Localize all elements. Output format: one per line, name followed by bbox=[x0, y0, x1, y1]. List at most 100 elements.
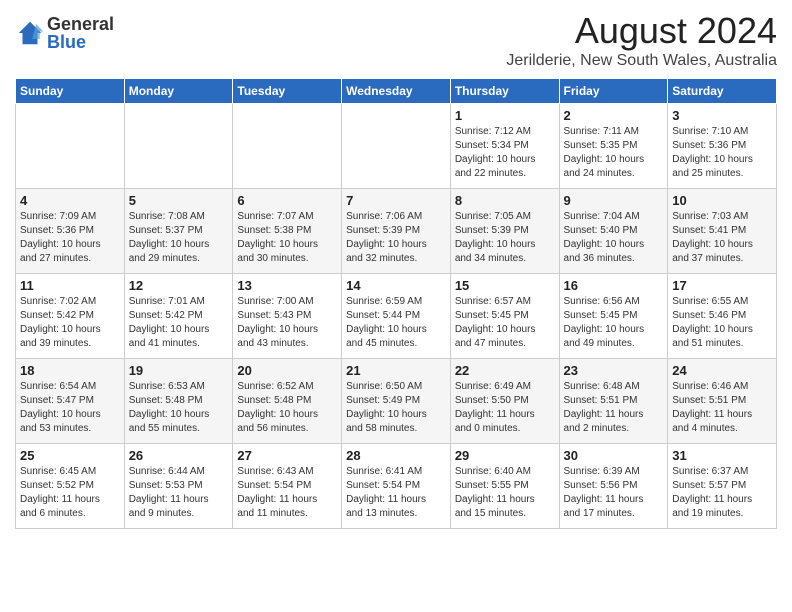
calendar-table: SundayMondayTuesdayWednesdayThursdayFrid… bbox=[15, 78, 777, 529]
calendar-cell: 22 Sunrise: 6:49 AMSunset: 5:50 PMDayligh… bbox=[450, 359, 559, 444]
title-block: August 2024 Jerilderie, New South Wales,… bbox=[506, 10, 777, 70]
day-number: 30 bbox=[564, 448, 664, 463]
calendar-cell: 21Sunrise: 6:50 AMSunset: 5:49 PMDayligh… bbox=[342, 359, 451, 444]
month-year-title: August 2024 bbox=[506, 10, 777, 52]
day-info: Sunrise: 6:45 AMSunset: 5:52 PMDaylight:… bbox=[20, 465, 120, 521]
header-thursday: Thursday bbox=[450, 79, 559, 104]
day-number: 17 bbox=[672, 278, 772, 293]
day-number: 25 bbox=[20, 448, 120, 463]
day-number: 4 bbox=[20, 193, 120, 208]
calendar-cell: 18 Sunrise: 6:54 AMSunset: 5:47 PMDayligh… bbox=[16, 359, 125, 444]
day-number: 22 bbox=[455, 363, 555, 378]
calendar-cell bbox=[124, 104, 233, 189]
calendar-cell: 1Sunrise: 7:12 AMSunset: 5:34 PMDaylight… bbox=[450, 104, 559, 189]
day-number: 19 bbox=[129, 363, 229, 378]
calendar-cell: 8Sunrise: 7:05 AMSunset: 5:39 PMDaylight… bbox=[450, 189, 559, 274]
day-number: 1 bbox=[455, 108, 555, 123]
calendar-cell: 19 Sunrise: 6:53 AMSunset: 5:48 PMDayligh… bbox=[124, 359, 233, 444]
day-number: 12 bbox=[129, 278, 229, 293]
calendar-cell: 16 Sunrise: 6:56 AMSunset: 5:45 PMDayligh… bbox=[559, 274, 668, 359]
calendar-cell: 10 Sunrise: 7:03 AMSunset: 5:41 PMDayligh… bbox=[668, 189, 777, 274]
day-info: Sunrise: 6:40 AMSunset: 5:55 PMDaylight:… bbox=[455, 465, 555, 521]
day-info: Sunrise: 6:43 AMSunset: 5:54 PMDaylight:… bbox=[237, 465, 337, 521]
day-info: Sunrise: 6:39 AMSunset: 5:56 PMDaylight:… bbox=[564, 465, 664, 521]
calendar-cell: 9 Sunrise: 7:04 AMSunset: 5:40 PMDaylight… bbox=[559, 189, 668, 274]
day-info: Sunrise: 6:56 AMSunset: 5:45 PMDaylight:… bbox=[564, 295, 664, 351]
header-sunday: Sunday bbox=[16, 79, 125, 104]
day-number: 8 bbox=[455, 193, 555, 208]
week-row-3: 11 Sunrise: 7:02 AMSunset: 5:42 PMDayligh… bbox=[16, 274, 777, 359]
day-info: Sunrise: 6:44 AMSunset: 5:53 PMDaylight:… bbox=[129, 465, 229, 521]
calendar-cell: 29 Sunrise: 6:40 AMSunset: 5:55 PMDayligh… bbox=[450, 444, 559, 529]
day-info: Sunrise: 6:52 AMSunset: 5:48 PMDaylight:… bbox=[237, 380, 337, 436]
calendar-cell: 23Sunrise: 6:48 AMSunset: 5:51 PMDayligh… bbox=[559, 359, 668, 444]
day-info: Sunrise: 7:11 AMSunset: 5:35 PMDaylight:… bbox=[564, 125, 664, 181]
day-number: 5 bbox=[129, 193, 229, 208]
logo-icon bbox=[15, 18, 45, 48]
day-number: 24 bbox=[672, 363, 772, 378]
day-number: 26 bbox=[129, 448, 229, 463]
header-wednesday: Wednesday bbox=[342, 79, 451, 104]
day-number: 16 bbox=[564, 278, 664, 293]
location-subtitle: Jerilderie, New South Wales, Australia bbox=[506, 52, 777, 70]
header-friday: Friday bbox=[559, 79, 668, 104]
day-number: 10 bbox=[672, 193, 772, 208]
day-info: Sunrise: 7:00 AMSunset: 5:43 PMDaylight:… bbox=[237, 295, 337, 351]
logo-blue-text: Blue bbox=[47, 33, 114, 51]
day-number: 14 bbox=[346, 278, 446, 293]
day-number: 6 bbox=[237, 193, 337, 208]
header-monday: Monday bbox=[124, 79, 233, 104]
logo-general-text: General bbox=[47, 15, 114, 33]
day-info: Sunrise: 6:59 AMSunset: 5:44 PMDaylight:… bbox=[346, 295, 446, 351]
day-info: Sunrise: 6:54 AMSunset: 5:47 PMDaylight:… bbox=[20, 380, 120, 436]
day-info: Sunrise: 7:04 AMSunset: 5:40 PMDaylight:… bbox=[564, 210, 664, 266]
day-number: 15 bbox=[455, 278, 555, 293]
day-number: 11 bbox=[20, 278, 120, 293]
calendar-cell: 5Sunrise: 7:08 AMSunset: 5:37 PMDaylight… bbox=[124, 189, 233, 274]
calendar-cell: 13Sunrise: 7:00 AMSunset: 5:43 PMDayligh… bbox=[233, 274, 342, 359]
calendar-cell: 28 Sunrise: 6:41 AMSunset: 5:54 PMDayligh… bbox=[342, 444, 451, 529]
calendar-cell: 26 Sunrise: 6:44 AMSunset: 5:53 PMDayligh… bbox=[124, 444, 233, 529]
day-info: Sunrise: 6:55 AMSunset: 5:46 PMDaylight:… bbox=[672, 295, 772, 351]
day-info: Sunrise: 6:37 AMSunset: 5:57 PMDaylight:… bbox=[672, 465, 772, 521]
day-number: 31 bbox=[672, 448, 772, 463]
week-row-1: 1Sunrise: 7:12 AMSunset: 5:34 PMDaylight… bbox=[16, 104, 777, 189]
day-number: 9 bbox=[564, 193, 664, 208]
calendar-cell: 27 Sunrise: 6:43 AMSunset: 5:54 PMDayligh… bbox=[233, 444, 342, 529]
day-info: Sunrise: 6:48 AMSunset: 5:51 PMDaylight:… bbox=[564, 380, 664, 436]
calendar-cell: 4Sunrise: 7:09 AMSunset: 5:36 PMDaylight… bbox=[16, 189, 125, 274]
calendar-header-row: SundayMondayTuesdayWednesdayThursdayFrid… bbox=[16, 79, 777, 104]
calendar-cell: 25 Sunrise: 6:45 AMSunset: 5:52 PMDayligh… bbox=[16, 444, 125, 529]
week-row-2: 4Sunrise: 7:09 AMSunset: 5:36 PMDaylight… bbox=[16, 189, 777, 274]
day-number: 3 bbox=[672, 108, 772, 123]
calendar-cell: 30 Sunrise: 6:39 AMSunset: 5:56 PMDayligh… bbox=[559, 444, 668, 529]
day-number: 7 bbox=[346, 193, 446, 208]
day-info: Sunrise: 6:53 AMSunset: 5:48 PMDaylight:… bbox=[129, 380, 229, 436]
day-info: Sunrise: 7:06 AMSunset: 5:39 PMDaylight:… bbox=[346, 210, 446, 266]
day-info: Sunrise: 6:49 AMSunset: 5:50 PMDaylight:… bbox=[455, 380, 555, 436]
day-info: Sunrise: 6:46 AMSunset: 5:51 PMDaylight:… bbox=[672, 380, 772, 436]
day-info: Sunrise: 7:07 AMSunset: 5:38 PMDaylight:… bbox=[237, 210, 337, 266]
day-info: Sunrise: 6:41 AMSunset: 5:54 PMDaylight:… bbox=[346, 465, 446, 521]
calendar-cell: 17 Sunrise: 6:55 AMSunset: 5:46 PMDayligh… bbox=[668, 274, 777, 359]
day-number: 27 bbox=[237, 448, 337, 463]
calendar-body: 1Sunrise: 7:12 AMSunset: 5:34 PMDaylight… bbox=[16, 104, 777, 529]
day-number: 29 bbox=[455, 448, 555, 463]
calendar-cell bbox=[342, 104, 451, 189]
day-number: 20 bbox=[237, 363, 337, 378]
page-header: General Blue August 2024 Jerilderie, New… bbox=[15, 10, 777, 70]
calendar-cell: 2 Sunrise: 7:11 AMSunset: 5:35 PMDaylight… bbox=[559, 104, 668, 189]
calendar-cell bbox=[16, 104, 125, 189]
calendar-cell: 31 Sunrise: 6:37 AMSunset: 5:57 PMDayligh… bbox=[668, 444, 777, 529]
calendar-cell: 12Sunrise: 7:01 AMSunset: 5:42 PMDayligh… bbox=[124, 274, 233, 359]
day-number: 2 bbox=[564, 108, 664, 123]
day-info: Sunrise: 7:10 AMSunset: 5:36 PMDaylight:… bbox=[672, 125, 772, 181]
day-info: Sunrise: 6:50 AMSunset: 5:49 PMDaylight:… bbox=[346, 380, 446, 436]
day-number: 18 bbox=[20, 363, 120, 378]
day-info: Sunrise: 7:03 AMSunset: 5:41 PMDaylight:… bbox=[672, 210, 772, 266]
day-info: Sunrise: 7:02 AMSunset: 5:42 PMDaylight:… bbox=[20, 295, 120, 351]
day-number: 28 bbox=[346, 448, 446, 463]
day-info: Sunrise: 6:57 AMSunset: 5:45 PMDaylight:… bbox=[455, 295, 555, 351]
week-row-5: 25 Sunrise: 6:45 AMSunset: 5:52 PMDayligh… bbox=[16, 444, 777, 529]
calendar-cell: 3 Sunrise: 7:10 AMSunset: 5:36 PMDaylight… bbox=[668, 104, 777, 189]
